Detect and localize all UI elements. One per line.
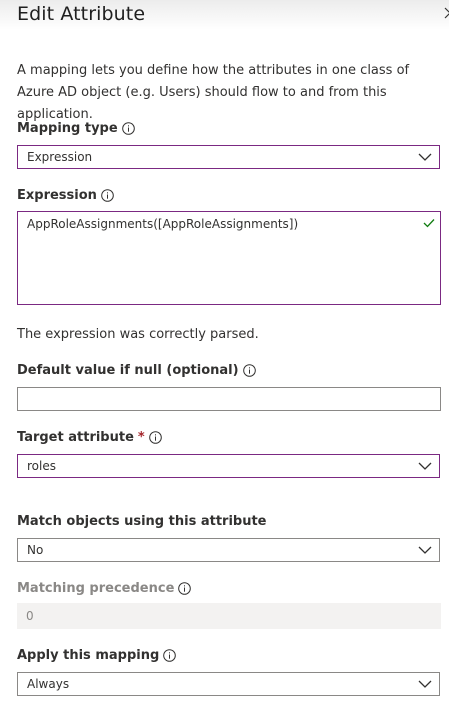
matching-precedence-input: 0 [17, 603, 441, 629]
info-icon[interactable] [121, 122, 135, 135]
target-attribute-dropdown[interactable]: roles [17, 454, 440, 478]
chevron-down-icon [418, 680, 432, 688]
expression-textarea[interactable]: AppRoleAssignments([AppRoleAssignments]) [17, 211, 441, 305]
chevron-down-icon [418, 546, 432, 554]
expression-label: Expression [17, 188, 114, 203]
info-icon[interactable] [148, 431, 162, 444]
required-marker: * [137, 430, 145, 445]
default-value-input[interactable] [17, 387, 441, 411]
apply-mapping-dropdown[interactable]: Always [17, 672, 440, 696]
apply-mapping-label: Apply this mapping [17, 648, 177, 663]
info-icon[interactable] [178, 582, 192, 595]
mapping-type-label-text: Mapping type [17, 121, 118, 136]
target-attribute-value: roles [27, 459, 56, 473]
chevron-down-icon [418, 462, 432, 470]
expression-value: AppRoleAssignments([AppRoleAssignments]) [27, 217, 299, 231]
match-objects-label: Match objects using this attribute [17, 514, 267, 529]
panel-description: A mapping lets you define how the attrib… [17, 63, 410, 122]
default-value-label: Default value if null (optional) [17, 363, 256, 378]
checkmark-icon [423, 219, 435, 228]
matching-precedence-value: 0 [26, 609, 34, 623]
expression-label-text: Expression [17, 188, 97, 203]
matching-precedence-label-text: Matching precedence [17, 581, 175, 596]
mapping-type-dropdown[interactable]: Expression [17, 145, 440, 169]
info-icon[interactable] [101, 189, 114, 202]
match-objects-value: No [27, 543, 44, 557]
match-objects-label-text: Match objects using this attribute [17, 514, 267, 529]
mapping-type-value: Expression [27, 150, 93, 164]
match-objects-dropdown[interactable]: No [17, 538, 440, 562]
matching-precedence-label: Matching precedence [17, 581, 192, 596]
target-attribute-label-text: Target attribute [17, 430, 134, 445]
chevron-down-icon [418, 153, 432, 161]
close-icon[interactable] [441, 3, 449, 23]
expression-status-text: The expression was correctly parsed. [17, 327, 259, 342]
mapping-type-label: Mapping type [17, 121, 135, 136]
target-attribute-label: Target attribute * [17, 430, 162, 445]
info-icon[interactable] [242, 364, 256, 377]
apply-mapping-value: Always [27, 677, 70, 691]
panel-title: Edit Attribute [17, 3, 146, 25]
apply-mapping-label-text: Apply this mapping [17, 648, 160, 663]
info-icon[interactable] [163, 649, 177, 662]
default-value-label-text: Default value if null (optional) [17, 363, 239, 378]
